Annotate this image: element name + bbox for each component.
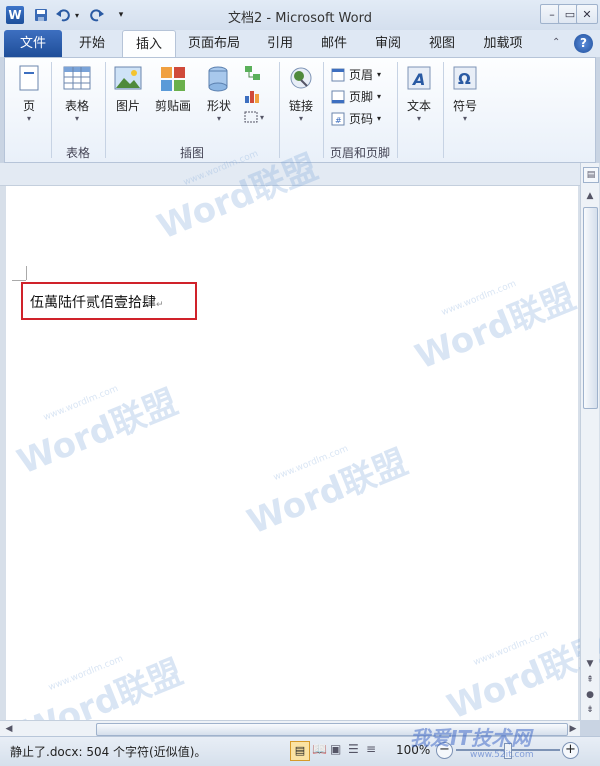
links-button-label: 链接 — [288, 99, 313, 113]
symbols-button-label: 符号 — [452, 99, 477, 113]
browse-object-icon[interactable]: ● — [583, 688, 597, 702]
links-button[interactable]: 链接 ▾ — [283, 64, 319, 123]
page-number-button[interactable]: # 页码 ▾ — [331, 110, 381, 127]
picture-button[interactable]: 图片 — [111, 64, 145, 114]
tab-home[interactable]: 开始 — [66, 30, 118, 57]
title-bar: W ▾ ▾ 文档2 - Microsoft Word – ▭ ✕ — [0, 0, 600, 31]
shapes-icon — [208, 66, 228, 92]
page-icon — [19, 65, 39, 91]
svg-text:A: A — [411, 70, 425, 89]
ribbon-tabs: 文件 开始 插入 页面布局 引用 邮件 审阅 视图 加载项 ⌃ ? — [0, 30, 600, 58]
tables-group-label: 表格 — [65, 146, 90, 160]
tab-mailings[interactable]: 邮件 — [310, 30, 358, 57]
clipart-icon — [161, 67, 185, 91]
clipart-button[interactable]: 剪贴画 — [151, 64, 195, 114]
outline-view-icon[interactable]: ☰ — [348, 742, 359, 756]
zoom-in-icon[interactable]: + — [562, 742, 579, 759]
vertical-scrollbar[interactable]: ▤ ▲ ▼ ⇞ ● ⇟ — [580, 163, 599, 720]
pages-button[interactable]: 页 ▾ — [11, 64, 47, 123]
tab-insert[interactable]: 插入 — [122, 30, 176, 58]
svg-text:▾: ▾ — [260, 113, 264, 122]
tab-view[interactable]: 视图 — [418, 30, 466, 57]
clipart-button-label: 剪贴画 — [154, 99, 191, 113]
tab-references[interactable]: 引用 — [256, 30, 304, 57]
shapes-button-label: 形状 — [206, 99, 231, 113]
screenshot-icon[interactable]: ▾ — [243, 110, 269, 127]
link-icon — [290, 67, 312, 89]
header-button[interactable]: 页眉 ▾ — [331, 66, 381, 83]
illustrations-group-label: 插图 — [179, 146, 204, 160]
header-button-label: 页眉 — [349, 68, 374, 82]
next-page-icon[interactable]: ⇟ — [583, 703, 597, 717]
document-text-content: 伍萬陆仟贰佰壹拾肆 — [30, 295, 156, 311]
svg-text:Ω: Ω — [458, 70, 471, 88]
full-screen-reading-icon[interactable]: 📖 — [312, 742, 327, 756]
close-button[interactable]: ✕ — [576, 4, 598, 24]
status-text[interactable]: 静止了.docx: 504 个字符(近似值)。 — [10, 743, 206, 760]
ruler-toggle-icon[interactable]: ▤ — [583, 167, 599, 183]
site-watermark-url: www.52it.com — [470, 750, 534, 760]
scroll-right-icon[interactable]: ▶ — [566, 722, 580, 736]
ruler — [0, 163, 580, 186]
smartart-icon[interactable] — [243, 64, 261, 85]
footer-button[interactable]: 页脚 ▾ — [331, 88, 381, 105]
pilcrow-mark: ↵ — [156, 300, 164, 310]
minimize-ribbon-icon[interactable]: ⌃ — [552, 37, 560, 48]
ribbon-insert: 页 ▾ 表格 ▾ 表格 图片 剪贴画 形状 ▾ ▾ 插图 链接 ▾ 页眉 ▾ 页… — [4, 57, 596, 163]
table-button[interactable]: 表格 ▾ — [57, 64, 97, 123]
tab-addins[interactable]: 加载项 — [472, 30, 534, 57]
help-icon[interactable]: ? — [574, 34, 593, 53]
chart-icon[interactable] — [243, 86, 261, 107]
table-icon — [63, 66, 91, 90]
document-page[interactable]: 伍萬陆仟贰佰壹拾肆↵ — [6, 186, 578, 720]
tab-file[interactable]: 文件 — [4, 30, 62, 57]
text-button-label: 文本 — [406, 99, 431, 113]
page-number-button-label: 页码 — [349, 112, 374, 126]
pages-button-label: 页 — [22, 99, 35, 113]
document-text[interactable]: 伍萬陆仟贰佰壹拾肆↵ — [30, 292, 164, 312]
table-button-label: 表格 — [64, 99, 89, 113]
symbols-button[interactable]: Ω 符号 ▾ — [447, 64, 483, 123]
picture-icon — [114, 66, 142, 90]
picture-button-label: 图片 — [115, 99, 140, 113]
scroll-down-icon[interactable]: ▼ — [583, 657, 597, 671]
previous-page-icon[interactable]: ⇞ — [583, 673, 597, 687]
web-layout-icon[interactable]: ▣ — [330, 742, 341, 756]
text-box-icon: A — [407, 66, 431, 90]
site-watermark: 我爱IT技术网 — [410, 726, 532, 750]
omega-icon: Ω — [453, 66, 477, 90]
print-layout-view-icon[interactable]: ▤ — [290, 741, 310, 761]
text-button[interactable]: A 文本 ▾ — [401, 64, 437, 123]
draft-view-icon[interactable]: ≡ — [366, 742, 376, 756]
shapes-button[interactable]: 形状 ▾ — [199, 64, 239, 123]
scroll-left-icon[interactable]: ◀ — [2, 722, 16, 736]
footer-icon — [331, 90, 345, 103]
tab-review[interactable]: 审阅 — [364, 30, 412, 57]
tab-page-layout[interactable]: 页面布局 — [178, 30, 250, 57]
header-footer-group-label: 页眉和页脚 — [329, 146, 390, 160]
window-title: 文档2 - Microsoft Word — [228, 11, 372, 26]
footer-button-label: 页脚 — [349, 90, 374, 104]
vertical-scroll-thumb[interactable] — [583, 207, 598, 409]
header-icon — [331, 68, 345, 81]
svg-text:#: # — [335, 116, 342, 125]
page-number-icon: # — [331, 112, 345, 125]
scroll-up-icon[interactable]: ▲ — [583, 189, 597, 203]
